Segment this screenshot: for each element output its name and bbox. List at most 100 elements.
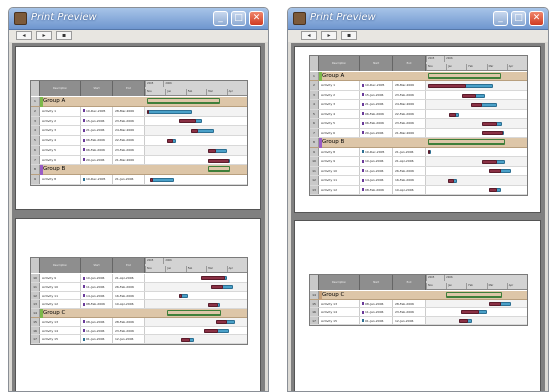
task-start-date[interactable]: 08-Feb-2006 bbox=[360, 185, 393, 194]
page-options-button[interactable]: ▪ bbox=[56, 31, 72, 40]
task-end-date[interactable]: 22-Feb-2006 bbox=[393, 109, 426, 119]
preview-viewport[interactable]: Description Start End 2005 2006 Nov Jan Feb Mar A… bbox=[291, 43, 545, 391]
progress-bar[interactable] bbox=[147, 109, 150, 114]
task-start-date[interactable]: 01-Jan-2006 bbox=[81, 335, 113, 343]
header-description[interactable]: Description bbox=[319, 56, 360, 71]
task-start-date[interactable]: 11-Jan-2006 bbox=[360, 308, 393, 316]
table-row[interactable]: 16 Activity 14 11-Jan-2006 23-Feb-2006 bbox=[310, 308, 527, 317]
progress-bar[interactable] bbox=[462, 93, 477, 98]
progress-bar[interactable] bbox=[208, 158, 229, 163]
task-end-date[interactable]: 28-Mar-2006 bbox=[393, 81, 426, 90]
table-row[interactable]: 13 Activity 12 08-Feb-2006 10-Apr-2006 bbox=[310, 185, 527, 195]
prev-page-button[interactable]: ◂ bbox=[301, 31, 317, 40]
task-end-date[interactable]: 28-Feb-2006 bbox=[393, 299, 426, 307]
progress-bar[interactable] bbox=[459, 318, 469, 323]
minimize-button[interactable]: _ bbox=[493, 11, 508, 26]
task-end-date[interactable]: 23-Feb-2006 bbox=[113, 145, 145, 155]
table-row[interactable]: 7 Activity 6 20-Jan-2006 21-Mar-2006 bbox=[31, 155, 247, 166]
progress-bar[interactable] bbox=[178, 119, 196, 124]
table-row[interactable]: 17 Activity 15 01-Jan-2006 12-Jan-2006 bbox=[310, 316, 527, 325]
task-start-date[interactable]: 06-Feb-2006 bbox=[360, 119, 393, 128]
task-end-date[interactable]: 26-Feb-2006 bbox=[113, 282, 145, 291]
header-start[interactable]: Start bbox=[81, 81, 113, 96]
table-row[interactable]: 10 Activity 9 10-Jan-2006 21-Apr-2006 bbox=[31, 274, 247, 283]
maximize-button[interactable]: □ bbox=[511, 11, 526, 26]
task-start-date[interactable]: 14-Jan-2006 bbox=[360, 176, 393, 185]
task-end-date[interactable]: 24-Mar-2006 bbox=[393, 100, 426, 109]
task-start-date[interactable]: 08-Jan-2006 bbox=[81, 317, 113, 326]
next-page-button[interactable]: ▸ bbox=[36, 31, 52, 40]
task-end-date[interactable]: 28-Mar-2006 bbox=[113, 106, 145, 116]
group-row[interactable]: 1 Group A bbox=[31, 97, 247, 107]
table-row[interactable]: 15 Activity 13 08-Jan-2006 28-Feb-2006 bbox=[310, 299, 527, 308]
table-row[interactable]: 2 Activity 1 10-Dec-2005 28-Mar-2006 bbox=[31, 106, 247, 117]
task-start-date[interactable]: 14-Jan-2006 bbox=[81, 291, 113, 300]
task-start-date[interactable]: 08-Feb-2006 bbox=[81, 300, 113, 308]
title-bar[interactable]: Print Preview _ □ ✕ bbox=[9, 8, 268, 30]
table-row[interactable]: 11 Activity 10 11-Jan-2006 26-Feb-2006 bbox=[31, 282, 247, 292]
table-row[interactable]: 9 Activity 8 10-Dec-2005 21-Jan-2006 bbox=[31, 175, 247, 185]
progress-bar[interactable] bbox=[471, 103, 482, 108]
task-end-date[interactable]: 23-Feb-2006 bbox=[393, 119, 426, 128]
task-end-date[interactable]: 23-Feb-2006 bbox=[393, 308, 426, 316]
task-end-date[interactable]: 21-Mar-2006 bbox=[393, 128, 426, 138]
task-start-date[interactable]: 21-Jan-2006 bbox=[81, 126, 113, 136]
prev-page-button[interactable]: ◂ bbox=[16, 31, 32, 40]
task-end-date[interactable]: 22-Feb-2006 bbox=[113, 136, 145, 145]
progress-bar[interactable] bbox=[190, 129, 199, 134]
progress-bar[interactable] bbox=[449, 112, 457, 117]
table-row[interactable]: 6 Activity 5 06-Feb-2006 23-Feb-2006 bbox=[310, 119, 527, 129]
group-row[interactable]: 8 Group B bbox=[31, 165, 247, 176]
progress-bar[interactable] bbox=[211, 285, 223, 290]
header-end[interactable]: End bbox=[113, 258, 145, 273]
progress-bar[interactable] bbox=[481, 131, 503, 136]
task-start-date[interactable]: 20-Jan-2006 bbox=[360, 128, 393, 138]
task-end-date[interactable]: 21-Apr-2006 bbox=[113, 274, 145, 282]
task-start-date[interactable]: 06-Feb-2006 bbox=[81, 136, 113, 145]
table-row[interactable]: 5 Activity 4 06-Feb-2006 22-Feb-2006 bbox=[310, 109, 527, 120]
task-end-date[interactable]: 16-Feb-2006 bbox=[393, 176, 426, 185]
progress-bar[interactable] bbox=[180, 337, 190, 342]
progress-bar[interactable] bbox=[201, 276, 225, 281]
progress-bar[interactable] bbox=[216, 320, 227, 325]
planned-bar[interactable] bbox=[150, 178, 174, 183]
planned-bar[interactable] bbox=[147, 109, 192, 114]
header-start[interactable]: Start bbox=[81, 258, 113, 273]
table-row[interactable]: 10 Activity 9 10-Jan-2006 21-Apr-2006 bbox=[310, 157, 527, 167]
table-row[interactable]: 3 Activity 2 15-Jan-2006 23-Feb-2006 bbox=[31, 116, 247, 127]
task-start-date[interactable]: 15-Jan-2006 bbox=[360, 90, 393, 100]
progress-bar[interactable] bbox=[461, 310, 479, 315]
task-start-date[interactable]: 10-Dec-2005 bbox=[360, 147, 393, 157]
minimize-button[interactable]: _ bbox=[213, 11, 228, 26]
task-end-date[interactable]: 23-Feb-2006 bbox=[113, 326, 145, 335]
progress-bar[interactable] bbox=[208, 148, 217, 153]
task-start-date[interactable]: 20-Jan-2006 bbox=[81, 155, 113, 165]
header-end[interactable]: End bbox=[393, 275, 426, 290]
task-start-date[interactable]: 11-Jan-2006 bbox=[81, 282, 113, 291]
task-start-date[interactable]: 21-Jan-2006 bbox=[360, 100, 393, 109]
table-row[interactable]: 17 Activity 15 01-Jan-2006 12-Jan-2006 bbox=[31, 335, 247, 344]
progress-bar[interactable] bbox=[488, 301, 501, 306]
task-start-date[interactable]: 15-Jan-2006 bbox=[81, 116, 113, 126]
task-end-date[interactable]: 21-Mar-2006 bbox=[113, 155, 145, 165]
table-row[interactable]: 5 Activity 4 06-Feb-2006 22-Feb-2006 bbox=[31, 136, 247, 146]
task-start-date[interactable]: 10-Dec-2005 bbox=[360, 81, 393, 90]
table-row[interactable]: 9 Activity 8 10-Dec-2005 21-Jan-2006 bbox=[310, 147, 527, 158]
task-end-date[interactable]: 23-Feb-2006 bbox=[113, 116, 145, 126]
group-row[interactable]: 8 Group B bbox=[310, 138, 527, 148]
task-end-date[interactable]: 12-Jan-2006 bbox=[113, 335, 145, 343]
table-row[interactable]: 12 Activity 11 14-Jan-2006 16-Feb-2006 bbox=[31, 291, 247, 301]
header-description[interactable]: Description bbox=[40, 258, 81, 273]
progress-bar[interactable] bbox=[204, 328, 219, 333]
task-start-date[interactable]: 08-Jan-2006 bbox=[360, 299, 393, 307]
progress-bar[interactable] bbox=[448, 178, 455, 183]
table-row[interactable]: 4 Activity 3 21-Jan-2006 24-Mar-2006 bbox=[310, 100, 527, 110]
title-bar[interactable]: Print Preview _ □ ✕ bbox=[288, 8, 548, 30]
header-end[interactable]: End bbox=[113, 81, 145, 96]
task-end-date[interactable]: 21-Jan-2006 bbox=[393, 147, 426, 157]
progress-bar[interactable] bbox=[178, 293, 182, 298]
progress-bar[interactable] bbox=[150, 178, 154, 183]
task-end-date[interactable]: 21-Apr-2006 bbox=[393, 157, 426, 166]
progress-bar[interactable] bbox=[208, 302, 219, 307]
progress-bar[interactable] bbox=[488, 169, 501, 174]
